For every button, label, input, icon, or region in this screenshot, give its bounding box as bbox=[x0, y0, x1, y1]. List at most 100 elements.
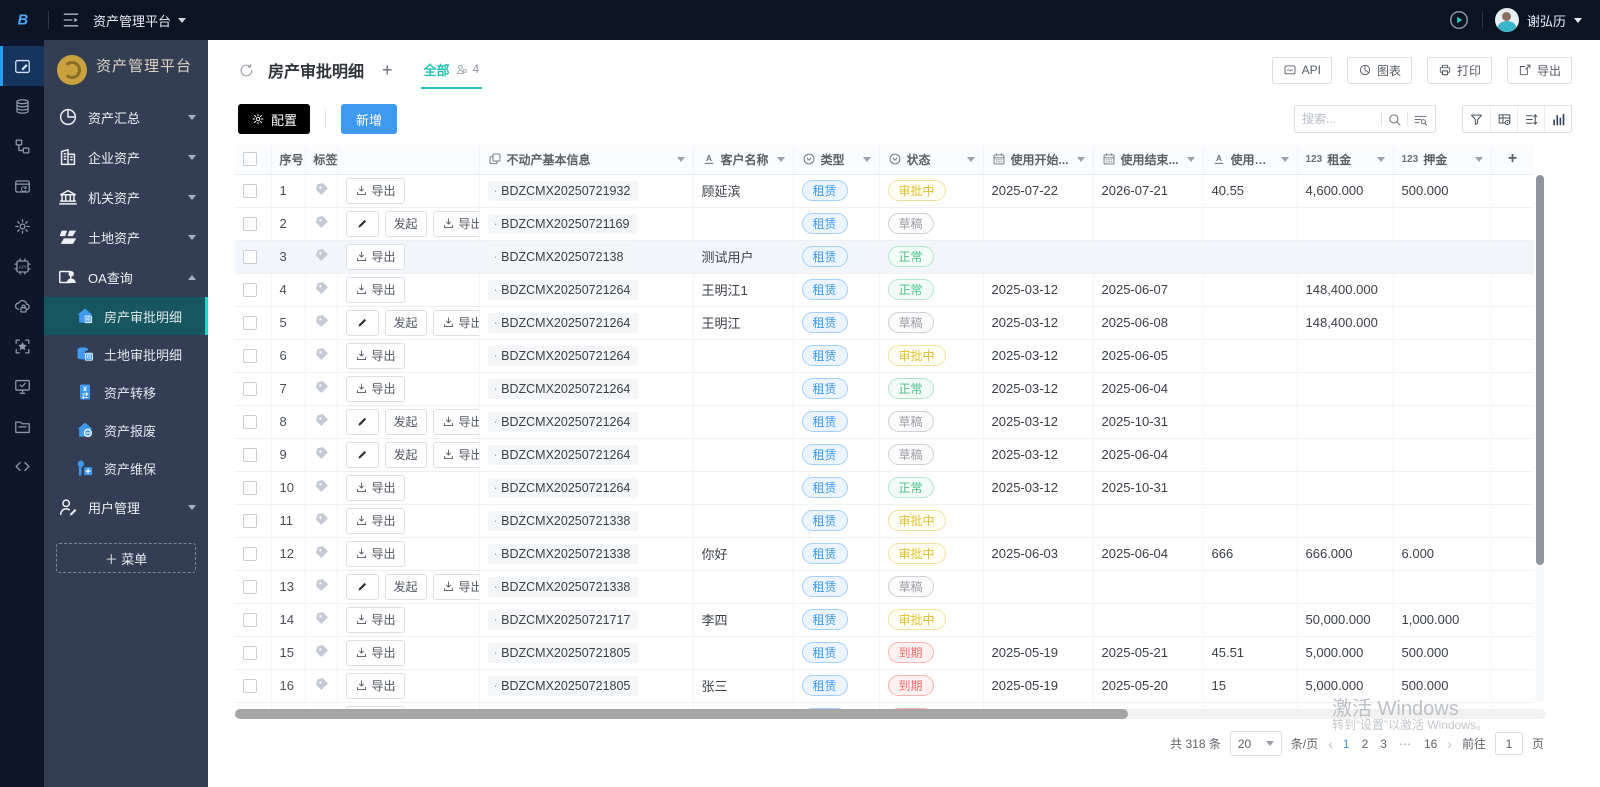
row-checkbox[interactable] bbox=[243, 216, 257, 231]
column-sort-icon[interactable] bbox=[1186, 156, 1195, 162]
asset-code-chip[interactable]: BDZCMX20250721264 bbox=[487, 280, 639, 300]
table-settings-button[interactable] bbox=[1490, 106, 1517, 132]
tag-icon[interactable] bbox=[314, 181, 330, 197]
edit-button[interactable] bbox=[345, 573, 379, 600]
sidebar-collapse-icon[interactable] bbox=[61, 10, 81, 30]
search-input[interactable] bbox=[1302, 112, 1376, 126]
rail-item-database[interactable] bbox=[0, 86, 44, 126]
vertical-scrollbar-thumb[interactable] bbox=[1536, 175, 1544, 565]
tag-icon[interactable] bbox=[314, 214, 330, 230]
sidebar-group-4[interactable]: OA查询 bbox=[44, 257, 208, 297]
export-button[interactable]: 导出 bbox=[345, 606, 405, 633]
product-switcher[interactable]: 资产管理平台 bbox=[93, 11, 187, 30]
sidebar-item-3[interactable]: 资产报废 bbox=[44, 411, 208, 449]
rail-item-window-refresh[interactable] bbox=[0, 166, 44, 206]
header-button-导出[interactable]: 导出 bbox=[1506, 56, 1572, 84]
asset-code-chip[interactable]: BDZCMX20250721169 bbox=[487, 214, 638, 234]
asset-code-chip[interactable]: BDZCMX20250721264 bbox=[487, 478, 639, 498]
row-checkbox[interactable] bbox=[243, 645, 257, 660]
asset-code-chip[interactable]: BDZCMX20250721717 bbox=[487, 610, 639, 630]
rail-item-code[interactable] bbox=[0, 446, 44, 486]
asset-code-chip[interactable]: BDZCMX20250721264 bbox=[487, 346, 639, 366]
search-icon[interactable] bbox=[1387, 112, 1402, 127]
sidebar-group-users[interactable]: 用户管理 bbox=[44, 487, 208, 527]
initiate-button[interactable]: 发起 bbox=[384, 441, 427, 468]
export-button[interactable]: 导出 bbox=[345, 243, 405, 270]
user-menu[interactable]: 谢弘历 bbox=[1494, 8, 1582, 32]
sidebar-item-1[interactable]: 租 土地审批明细 bbox=[44, 335, 208, 373]
tag-icon[interactable] bbox=[314, 280, 330, 296]
row-height-button[interactable] bbox=[1517, 106, 1544, 132]
page-1[interactable]: 1 bbox=[1343, 737, 1350, 751]
tag-icon[interactable] bbox=[314, 478, 330, 494]
row-checkbox[interactable] bbox=[243, 612, 257, 627]
sidebar-group-1[interactable]: 企业资产 bbox=[44, 137, 208, 177]
row-checkbox[interactable] bbox=[243, 546, 257, 561]
header-button-图表[interactable]: 图表 bbox=[1346, 56, 1412, 84]
tab-all[interactable]: 全部 4 bbox=[420, 51, 483, 89]
tag-icon[interactable] bbox=[314, 511, 330, 527]
asset-code-chip[interactable]: BDZCMX20250721264 bbox=[487, 313, 639, 333]
row-checkbox[interactable] bbox=[243, 249, 257, 264]
tag-icon[interactable] bbox=[314, 544, 330, 560]
header-button-api[interactable]: API bbox=[1271, 56, 1332, 84]
tag-icon[interactable] bbox=[314, 247, 330, 263]
edit-button[interactable] bbox=[345, 309, 379, 336]
goto-page-input[interactable] bbox=[1494, 732, 1523, 755]
advanced-search-icon[interactable] bbox=[1413, 112, 1428, 127]
page-size-select[interactable]: 20 bbox=[1229, 731, 1282, 756]
rail-item-api-chip[interactable]: API bbox=[0, 246, 44, 286]
export-button[interactable]: 导出 bbox=[345, 672, 405, 699]
filter-button[interactable] bbox=[1463, 106, 1490, 132]
row-checkbox[interactable] bbox=[243, 480, 257, 495]
asset-code-chip[interactable]: BDZCMX20250721805 bbox=[487, 643, 639, 663]
row-checkbox[interactable] bbox=[243, 414, 257, 429]
asset-code-chip[interactable]: BDZCMX20250721932 bbox=[487, 181, 639, 201]
page-16[interactable]: 16 bbox=[1424, 737, 1437, 751]
refresh-icon[interactable] bbox=[238, 62, 255, 79]
chart-view-button[interactable] bbox=[1544, 106, 1571, 132]
config-button[interactable]: 配置 bbox=[238, 104, 311, 134]
export-button[interactable]: 导出 bbox=[345, 507, 405, 534]
tag-icon[interactable] bbox=[314, 379, 330, 395]
column-sort-icon[interactable] bbox=[676, 156, 685, 162]
initiate-button[interactable]: 发起 bbox=[384, 573, 427, 600]
column-sort-icon[interactable] bbox=[862, 156, 871, 162]
export-button[interactable]: 导出 bbox=[345, 639, 405, 666]
sidebar-item-4[interactable]: 资产维保 bbox=[44, 449, 208, 487]
row-checkbox[interactable] bbox=[243, 447, 257, 462]
export-button[interactable]: 导出 bbox=[432, 441, 478, 468]
rail-item-settings-gear[interactable] bbox=[0, 206, 44, 246]
asset-code-chip[interactable]: BDZCMX20250721264 bbox=[487, 412, 639, 432]
sidebar-group-0[interactable]: 资产汇总 bbox=[44, 97, 208, 137]
column-sort-icon[interactable] bbox=[776, 156, 785, 162]
row-checkbox[interactable] bbox=[243, 513, 257, 528]
horizontal-scrollbar-thumb[interactable] bbox=[235, 709, 1128, 719]
asset-code-chip[interactable]: BDZCMX20250721805 bbox=[487, 676, 639, 696]
header-button-打印[interactable]: 打印 bbox=[1426, 56, 1492, 84]
add-view-button[interactable]: + bbox=[382, 60, 393, 81]
column-sort-icon[interactable] bbox=[1474, 156, 1483, 162]
row-checkbox[interactable] bbox=[243, 579, 257, 594]
tag-icon[interactable] bbox=[314, 676, 330, 692]
export-button[interactable]: 导出 bbox=[432, 573, 478, 600]
rail-item-star-badge[interactable] bbox=[0, 326, 44, 366]
export-button[interactable]: 导出 bbox=[345, 177, 405, 204]
row-checkbox[interactable] bbox=[243, 315, 257, 330]
asset-code-chip[interactable]: BDZCMX20250721264 bbox=[487, 445, 639, 465]
initiate-button[interactable]: 发起 bbox=[384, 210, 427, 237]
page-3[interactable]: 3 bbox=[1380, 737, 1387, 751]
initiate-button[interactable]: 发起 bbox=[384, 309, 427, 336]
rail-item-monitor-check[interactable] bbox=[0, 366, 44, 406]
row-checkbox[interactable] bbox=[243, 348, 257, 363]
tag-icon[interactable] bbox=[314, 577, 330, 593]
asset-code-chip[interactable]: BDZCMX20250721338 bbox=[487, 577, 639, 597]
column-sort-icon[interactable] bbox=[1280, 156, 1289, 162]
tag-icon[interactable] bbox=[314, 412, 330, 428]
tag-icon[interactable] bbox=[314, 313, 330, 329]
add-column-button[interactable]: + bbox=[1508, 150, 1517, 167]
rail-item-org-chart[interactable] bbox=[0, 126, 44, 166]
page-ellipsis[interactable]: ⋯ bbox=[1399, 737, 1412, 751]
export-button[interactable]: 导出 bbox=[345, 342, 405, 369]
initiate-button[interactable]: 发起 bbox=[384, 408, 427, 435]
